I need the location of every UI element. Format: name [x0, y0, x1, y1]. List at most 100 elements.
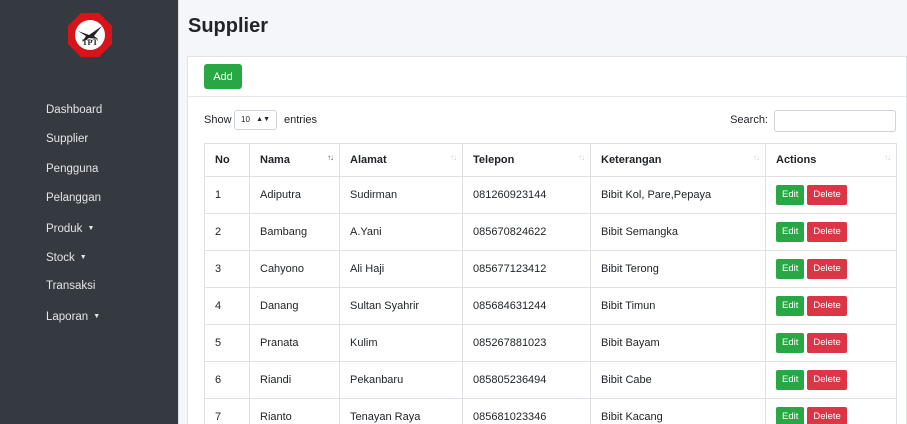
- sidebar-item-stock[interactable]: Stock ▼: [0, 243, 178, 272]
- cell-actions: Edit Delete: [765, 213, 897, 251]
- caret-down-icon: ▼: [87, 224, 95, 232]
- sort-icon: ↑↓: [753, 153, 760, 162]
- entries-select[interactable]: 10 ▲▼: [234, 110, 277, 130]
- logo-text: TPT: [82, 38, 98, 47]
- sidebar-nav: Dashboard Supplier Pengguna Pelanggan Pr…: [0, 96, 178, 331]
- main-content: Supplier Add Show 10 ▲▼ entries Search: …: [178, 0, 907, 424]
- header-label: Nama: [260, 154, 290, 166]
- cell-no: 1: [204, 176, 250, 214]
- column-header-telepon[interactable]: Telepon ↑↓: [462, 143, 591, 177]
- cell-alamat: Pekanbaru: [339, 361, 463, 399]
- column-header-no[interactable]: No: [204, 143, 250, 177]
- sort-icon: ↑↓: [578, 153, 585, 162]
- sidebar-item-label: Pelanggan: [46, 192, 101, 205]
- cell-telepon: 085677123412: [462, 250, 591, 288]
- page-title: Supplier: [188, 15, 269, 37]
- delete-button[interactable]: Delete: [807, 333, 847, 353]
- table-controls: Show 10 ▲▼ entries Search:: [204, 110, 896, 132]
- sort-asc-icon: ↑↓: [327, 153, 334, 162]
- table-row: 5 Pranata Kulim 085267881023 Bibit Bayam…: [204, 324, 897, 362]
- edit-button[interactable]: Edit: [776, 222, 805, 242]
- cell-actions: Edit Delete: [765, 324, 897, 362]
- edit-button[interactable]: Edit: [776, 370, 805, 390]
- cell-keterangan: Bibit Timun: [590, 287, 766, 325]
- cell-alamat: A.Yani: [339, 213, 463, 251]
- updown-arrows-icon: ▲▼: [256, 116, 270, 123]
- column-header-nama[interactable]: Nama ↑↓: [249, 143, 340, 177]
- cell-no: 6: [204, 361, 250, 399]
- table-row: 7 Rianto Tenayan Raya 085681023346 Bibit…: [204, 398, 897, 424]
- column-header-keterangan[interactable]: Keterangan ↑↓: [590, 143, 766, 177]
- cell-telepon: 085684631244: [462, 287, 591, 325]
- cell-nama: Rianto: [249, 398, 340, 424]
- delete-button[interactable]: Delete: [807, 222, 847, 242]
- caret-down-icon: ▼: [79, 253, 87, 261]
- cell-telepon: 081260923144: [462, 176, 591, 214]
- company-logo[interactable]: TPT: [67, 12, 113, 58]
- column-header-alamat[interactable]: Alamat ↑↓: [339, 143, 463, 177]
- sidebar-item-laporan[interactable]: Laporan ▼: [0, 302, 178, 331]
- sidebar-item-label: Transaksi: [46, 280, 96, 293]
- delete-button[interactable]: Delete: [807, 407, 847, 424]
- cell-keterangan: Bibit Cabe: [590, 361, 766, 399]
- cell-telepon: 085805236494: [462, 361, 591, 399]
- sidebar-item-label: Produk: [46, 222, 83, 235]
- delete-button[interactable]: Delete: [807, 370, 847, 390]
- edit-button[interactable]: Edit: [776, 296, 805, 316]
- cell-no: 7: [204, 398, 250, 424]
- sidebar-item-label: Supplier: [46, 133, 89, 146]
- sidebar-item-supplier[interactable]: Supplier: [0, 125, 178, 154]
- cell-alamat: Sudirman: [339, 176, 463, 214]
- edit-button[interactable]: Edit: [776, 407, 805, 424]
- supplier-card: Add Show 10 ▲▼ entries Search: No Nama ↑↓…: [187, 56, 907, 424]
- sidebar-item-label: Pengguna: [46, 162, 99, 175]
- sidebar-item-transaksi[interactable]: Transaksi: [0, 272, 178, 301]
- cell-actions: Edit Delete: [765, 398, 897, 424]
- sidebar-item-pelanggan[interactable]: Pelanggan: [0, 184, 178, 213]
- sidebar-item-label: Dashboard: [46, 104, 103, 116]
- cell-no: 4: [204, 287, 250, 325]
- delete-button[interactable]: Delete: [807, 185, 847, 205]
- sidebar-item-dashboard[interactable]: Dashboard: [0, 96, 178, 125]
- header-label: Telepon: [473, 154, 515, 166]
- edit-button[interactable]: Edit: [776, 185, 805, 205]
- table-row: 6 Riandi Pekanbaru 085805236494 Bibit Ca…: [204, 361, 897, 399]
- sort-icon: ↑↓: [450, 153, 457, 162]
- table-header-row: No Nama ↑↓ Alamat ↑↓ Telepon ↑↓ Keterangan ↑…: [204, 143, 897, 177]
- cell-actions: Edit Delete: [765, 250, 897, 288]
- cell-actions: Edit Delete: [765, 287, 897, 325]
- cell-nama: Bambang: [249, 213, 340, 251]
- sidebar: TPT Dashboard Supplier Pengguna Pelangga…: [0, 0, 178, 424]
- sidebar-item-produk[interactable]: Produk ▼: [0, 214, 178, 243]
- header-label: No: [215, 154, 230, 166]
- add-button[interactable]: Add: [204, 64, 242, 89]
- cell-keterangan: Bibit Kol, Pare,Pepaya: [590, 176, 766, 214]
- cell-alamat: Sultan Syahrir: [339, 287, 463, 325]
- sidebar-item-label: Stock: [46, 251, 75, 264]
- header-label: Keterangan: [601, 154, 662, 166]
- cell-nama: Pranata: [249, 324, 340, 362]
- sidebar-item-pengguna[interactable]: Pengguna: [0, 155, 178, 184]
- cell-keterangan: Bibit Kacang: [590, 398, 766, 424]
- cell-no: 3: [204, 250, 250, 288]
- table-row: 2 Bambang A.Yani 085670824622 Bibit Sema…: [204, 213, 897, 251]
- table-row: 4 Danang Sultan Syahrir 085684631244 Bib…: [204, 287, 897, 325]
- cell-no: 2: [204, 213, 250, 251]
- cell-telepon: 085267881023: [462, 324, 591, 362]
- entries-label: entries: [284, 114, 318, 126]
- supplier-table: No Nama ↑↓ Alamat ↑↓ Telepon ↑↓ Keterangan ↑…: [204, 143, 897, 424]
- cell-actions: Edit Delete: [765, 176, 897, 214]
- show-label: Show: [204, 114, 232, 126]
- cell-keterangan: Bibit Terong: [590, 250, 766, 288]
- cell-alamat: Tenayan Raya: [339, 398, 463, 424]
- delete-button[interactable]: Delete: [807, 296, 847, 316]
- edit-button[interactable]: Edit: [776, 259, 805, 279]
- edit-button[interactable]: Edit: [776, 333, 805, 353]
- card-header: Add: [188, 57, 906, 97]
- cell-nama: Cahyono: [249, 250, 340, 288]
- column-header-actions[interactable]: Actions ↑↓: [765, 143, 897, 177]
- sort-icon: ↑↓: [884, 153, 891, 162]
- cell-alamat: Kulim: [339, 324, 463, 362]
- delete-button[interactable]: Delete: [807, 259, 847, 279]
- search-input[interactable]: [774, 110, 896, 132]
